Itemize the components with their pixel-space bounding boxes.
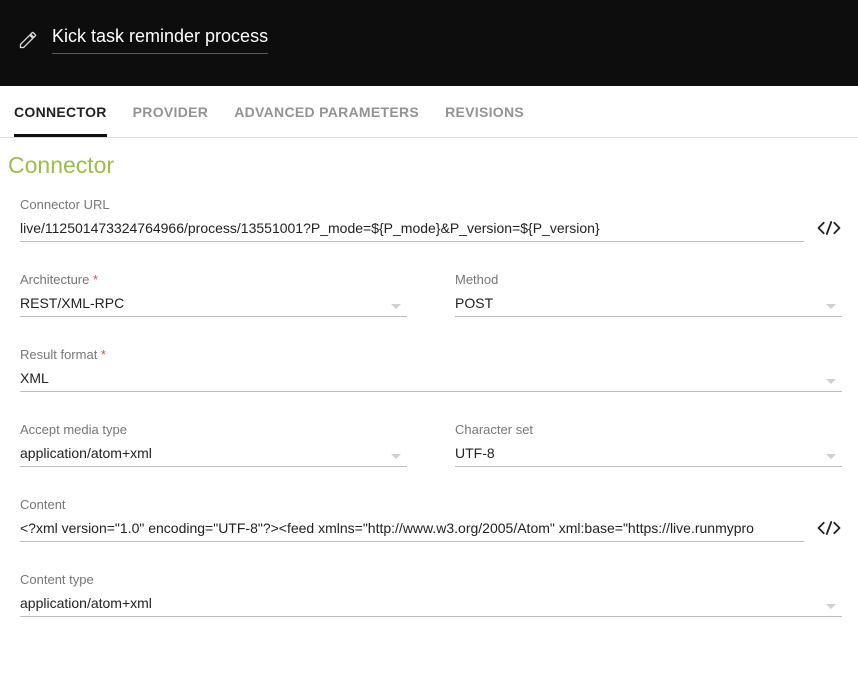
result-format-select[interactable]: XML xyxy=(20,366,842,392)
architecture-label: Architecture xyxy=(20,272,407,287)
method-select[interactable]: POST xyxy=(455,291,842,317)
connector-url-input[interactable]: live/112501473324764966/process/13551001… xyxy=(20,216,804,242)
content-type-label: Content type xyxy=(20,572,842,587)
content-input[interactable]: <?xml version="1.0" encoding="UTF-8"?><f… xyxy=(20,516,804,542)
tab-advanced-parameters[interactable]: ADVANCED PARAMETERS xyxy=(234,104,419,137)
page-header: Kick task reminder process xyxy=(0,0,858,86)
result-format-field: Result format XML xyxy=(20,347,842,392)
connector-section: Connector Connector URL live/11250147332… xyxy=(0,138,858,617)
method-field: Method POST xyxy=(455,272,842,317)
accept-media-type-label: Accept media type xyxy=(20,422,407,437)
method-label: Method xyxy=(455,272,842,287)
architecture-select[interactable]: REST/XML-RPC xyxy=(20,291,407,317)
edit-icon[interactable] xyxy=(18,30,38,50)
code-icon[interactable] xyxy=(816,217,842,239)
content-type-field: Content type application/atom+xml xyxy=(20,572,842,617)
content-field: Content <?xml version="1.0" encoding="UT… xyxy=(20,497,804,542)
character-set-field: Character set UTF-8 xyxy=(455,422,842,467)
code-icon[interactable] xyxy=(816,517,842,539)
section-title: Connector xyxy=(8,152,844,179)
tab-provider[interactable]: PROVIDER xyxy=(133,104,209,137)
accept-media-type-select[interactable]: application/atom+xml xyxy=(20,441,407,467)
tab-revisions[interactable]: REVISIONS xyxy=(445,104,524,137)
content-type-select[interactable]: application/atom+xml xyxy=(20,591,842,617)
content-label: Content xyxy=(20,497,804,512)
connector-url-field: Connector URL live/112501473324764966/pr… xyxy=(20,197,804,242)
architecture-field: Architecture REST/XML-RPC xyxy=(20,272,407,317)
character-set-label: Character set xyxy=(455,422,842,437)
tabs: CONNECTOR PROVIDER ADVANCED PARAMETERS R… xyxy=(0,86,858,138)
character-set-select[interactable]: UTF-8 xyxy=(455,441,842,467)
tab-connector[interactable]: CONNECTOR xyxy=(14,104,107,137)
connector-url-label: Connector URL xyxy=(20,197,804,212)
accept-media-type-field: Accept media type application/atom+xml xyxy=(20,422,407,467)
result-format-label: Result format xyxy=(20,347,842,362)
page-title[interactable]: Kick task reminder process xyxy=(52,26,268,54)
